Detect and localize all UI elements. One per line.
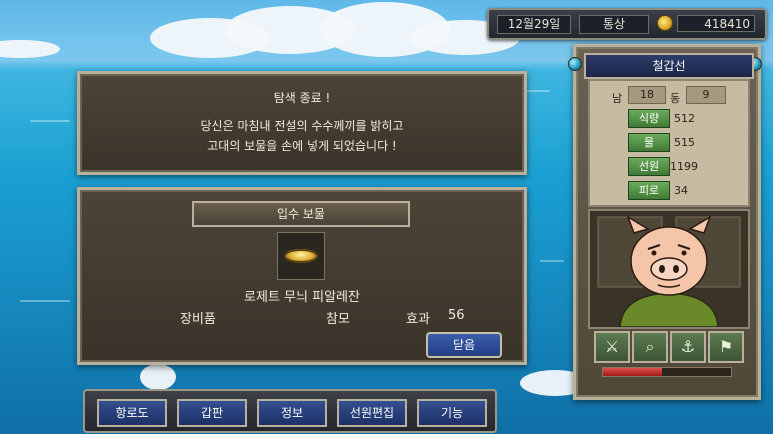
ship-durability-bar: [602, 367, 732, 377]
effect-label: 효과: [406, 312, 430, 327]
treasure-panel: 입수 보물 로제트 무늬 피알레잔 장비품 참모 효과 56 닫음: [77, 187, 527, 365]
menu-route-map[interactable]: 항로도: [97, 399, 167, 427]
treasure-category: 장비품: [180, 312, 216, 327]
water-value: 515: [674, 136, 695, 149]
mode-display: 통상: [579, 15, 649, 34]
menu-functions[interactable]: 기능: [417, 399, 487, 427]
food-label: 식량: [628, 109, 670, 128]
treasure-name: 로제트 무늬 피알레잔: [244, 290, 360, 305]
menu-info[interactable]: 정보: [257, 399, 327, 427]
gold-amount: 418410: [677, 15, 755, 32]
ship-name: 철갑선: [584, 53, 754, 79]
gold-coin-icon: [657, 15, 673, 31]
treasure-header: 입수 보물: [192, 201, 410, 227]
fatigue-value: 34: [674, 184, 688, 197]
result-message-panel: 탐색 종료 ! 당신은 마침내 전설의 수수께끼를 밝히고 고대의 보물을 손에…: [77, 71, 527, 175]
east-label: 동: [670, 92, 681, 105]
menu-crew-edit[interactable]: 선원편집: [337, 399, 407, 427]
date-display: 12월29일: [497, 15, 571, 34]
ship-durability-fill: [603, 368, 662, 376]
flag-icon[interactable]: ⚑: [708, 331, 744, 363]
gold-dish-icon: [277, 232, 325, 280]
treasure-type: 참모: [326, 312, 350, 327]
bottom-menu: 항로도 갑판 정보 선원편집 기능: [83, 389, 497, 433]
food-value: 512: [674, 112, 695, 125]
captain-portrait: [588, 209, 750, 329]
magnifier-icon[interactable]: ⌕: [632, 331, 668, 363]
water-label: 물: [628, 133, 670, 152]
gem-ornament-icon: [568, 57, 582, 71]
anchor-icon[interactable]: ⚓: [670, 331, 706, 363]
east-value: 9: [686, 86, 726, 104]
swords-icon[interactable]: ⚔: [594, 331, 630, 363]
message-line-2: 고대의 보물을 손에 넣게 되었습니다 !: [207, 139, 397, 153]
south-label: 남: [612, 92, 623, 105]
crew-value: 1199: [670, 160, 698, 173]
message-line-1: 당신은 마침내 전설의 수수께끼를 밝히고: [200, 119, 404, 133]
close-button[interactable]: 닫음: [426, 332, 502, 358]
ship-stats-box: 남 18 동 9 식량 512 물 515 선원 1199 피로 34: [588, 79, 750, 207]
pig-captain-avatar: [590, 211, 748, 328]
ship-status-panel: 철갑선 남 18 동 9 식량 512 물 515 선원 1199 피로 34: [568, 44, 762, 400]
message-title: 탐색 종료 !: [273, 91, 331, 105]
status-bar: 12월29일 통상 418410: [487, 8, 767, 40]
effect-value: 56: [448, 308, 465, 323]
crew-label: 선원: [628, 157, 670, 176]
south-value: 18: [628, 86, 666, 104]
menu-deck[interactable]: 갑판: [177, 399, 247, 427]
fatigue-label: 피로: [628, 181, 670, 200]
